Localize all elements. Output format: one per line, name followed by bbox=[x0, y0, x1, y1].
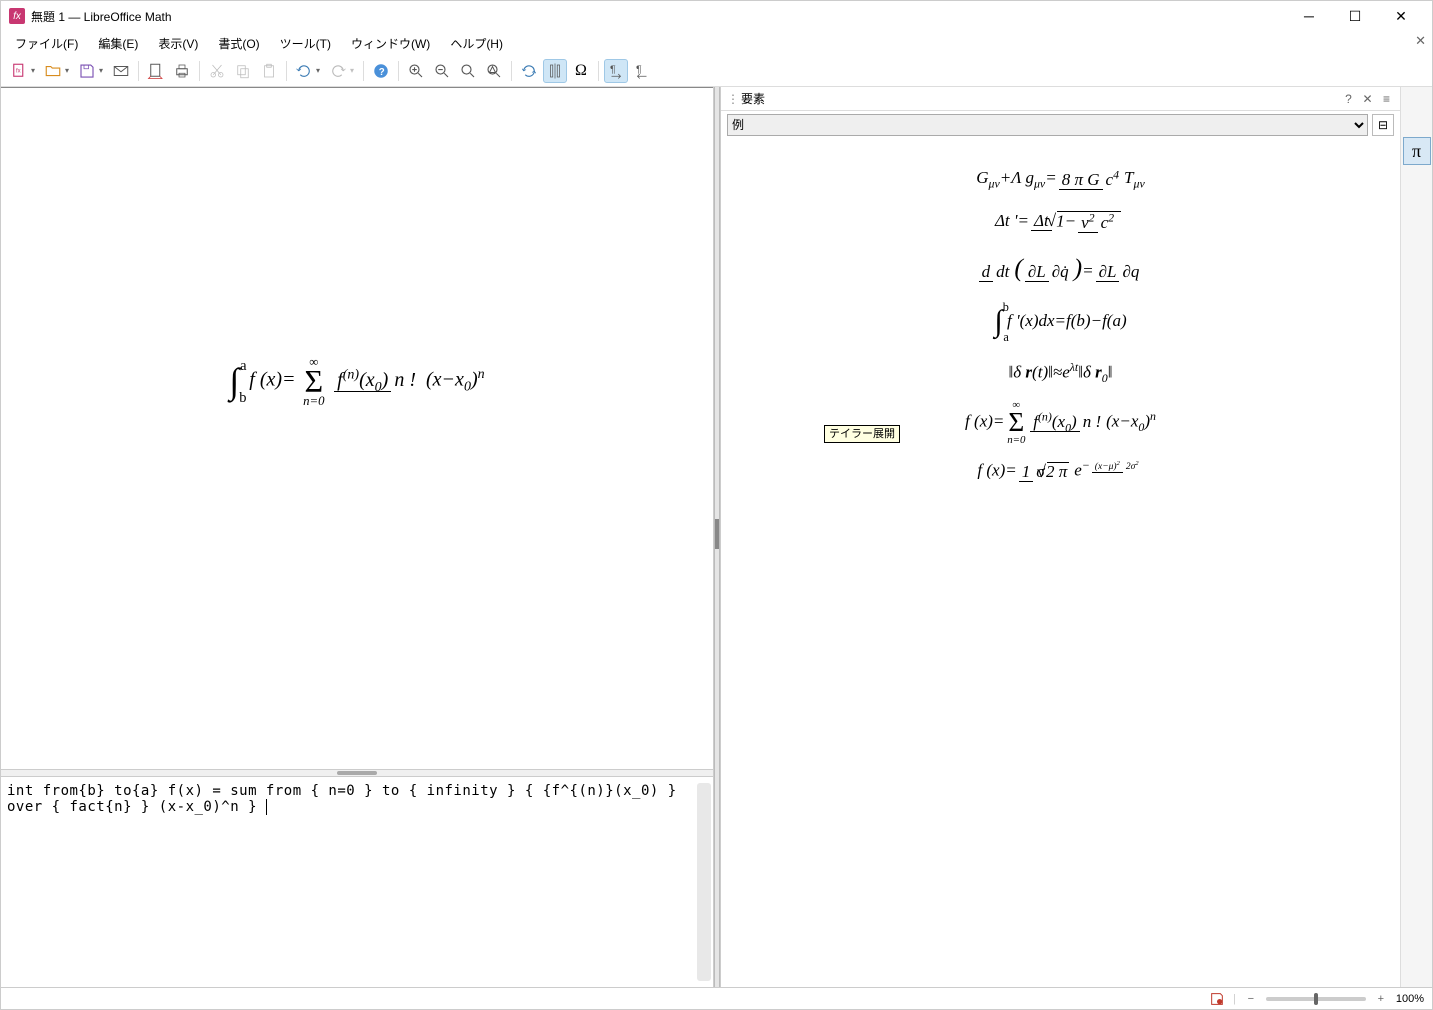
panel-close-icon[interactable]: ✕ bbox=[1360, 92, 1375, 106]
statusbar: | − + 100% bbox=[1, 987, 1432, 1009]
mail-button[interactable] bbox=[109, 59, 133, 83]
tooltip: テイラー展開 bbox=[824, 425, 900, 443]
example-taylor[interactable]: f (x)=∞Σn=0f(n)(x0)n !(x−x0)n テイラー展開 bbox=[729, 405, 1392, 440]
panel-help-icon[interactable]: ? bbox=[1341, 92, 1356, 106]
menu-help[interactable]: ヘルプ(H) bbox=[440, 32, 513, 55]
example-time-dilation[interactable]: Δt '=Δt1−v2c2 bbox=[729, 210, 1392, 233]
maximize-button[interactable]: ☐ bbox=[1332, 1, 1378, 31]
editor-scrollbar[interactable] bbox=[697, 783, 711, 981]
zoom-minus[interactable]: − bbox=[1244, 993, 1258, 1005]
help-button[interactable]: ? bbox=[369, 59, 393, 83]
close-doc-icon[interactable]: ✕ bbox=[1415, 33, 1426, 49]
panel-header: ⋮ 要素 ? ✕ ≡ bbox=[721, 87, 1400, 111]
example-lyapunov[interactable]: ‖δ r(t)‖≈eλt‖δ r0‖ bbox=[729, 360, 1392, 387]
save-button[interactable] bbox=[75, 59, 99, 83]
svg-text:?: ? bbox=[379, 66, 385, 77]
menu-window[interactable]: ウィンドウ(W) bbox=[341, 32, 440, 55]
minimize-button[interactable]: ─ bbox=[1286, 1, 1332, 31]
menu-format[interactable]: 書式(O) bbox=[208, 32, 269, 55]
cut-button[interactable] bbox=[205, 59, 229, 83]
save-dropdown[interactable]: ▾ bbox=[99, 66, 107, 75]
panel-title: 要素 bbox=[741, 90, 1337, 107]
toolbar: fx ▾ ▾ ▾ ▾ ▾ ? Ω ¶ ¶ bbox=[1, 55, 1432, 87]
panel-side-icon[interactable]: ⊟ bbox=[1372, 114, 1394, 136]
sidebar-elements-button[interactable]: π bbox=[1403, 137, 1431, 165]
undo-dropdown[interactable]: ▾ bbox=[316, 66, 324, 75]
app-icon: fx bbox=[9, 8, 25, 24]
panel-menu-icon[interactable]: ≡ bbox=[1379, 92, 1394, 106]
refresh-button[interactable] bbox=[517, 59, 541, 83]
menu-edit[interactable]: 編集(E) bbox=[88, 32, 148, 55]
category-select[interactable]: 例 bbox=[727, 114, 1368, 136]
open-button[interactable] bbox=[41, 59, 65, 83]
zoom-out-button[interactable] bbox=[430, 59, 454, 83]
zoom-in-button[interactable] bbox=[404, 59, 428, 83]
svg-text:¶: ¶ bbox=[636, 63, 642, 75]
titlebar: fx 無題 1 — LibreOffice Math ─ ☐ ✕ bbox=[1, 1, 1432, 31]
grip-icon[interactable]: ⋮ bbox=[727, 92, 737, 106]
horizontal-splitter[interactable] bbox=[1, 769, 713, 777]
save-status-icon[interactable] bbox=[1209, 991, 1225, 1007]
symbols-button[interactable]: Ω bbox=[569, 59, 593, 83]
print-button[interactable] bbox=[170, 59, 194, 83]
zoom-label[interactable]: 100% bbox=[1396, 993, 1424, 1005]
open-dropdown[interactable]: ▾ bbox=[65, 66, 73, 75]
zoom-slider[interactable] bbox=[1266, 997, 1366, 1001]
example-ftc[interactable]: b∫a f '(x)dx=f(b)−f(a) bbox=[729, 302, 1392, 342]
formula-editor[interactable]: int from{b} to{a} f(x) = sum from { n=0 … bbox=[1, 777, 713, 987]
zoom-opt-button[interactable] bbox=[482, 59, 506, 83]
paste-button[interactable] bbox=[257, 59, 281, 83]
menu-tools[interactable]: ツール(T) bbox=[270, 32, 341, 55]
vertical-splitter[interactable] bbox=[714, 87, 720, 987]
close-button[interactable]: ✕ bbox=[1378, 1, 1424, 31]
menu-view[interactable]: 表示(V) bbox=[148, 32, 208, 55]
redo-button[interactable] bbox=[326, 59, 350, 83]
sidebar-strip: π bbox=[1400, 87, 1432, 987]
menu-file[interactable]: ファイル(F) bbox=[5, 32, 88, 55]
zoom-plus[interactable]: + bbox=[1374, 993, 1388, 1005]
undo-button[interactable] bbox=[292, 59, 316, 83]
examples-list: Gμν+Λ gμν=8 π Gc4Tμν Δt '=Δt1−v2c2 ddt(∂… bbox=[721, 139, 1400, 987]
ltr-button[interactable]: ¶ bbox=[604, 59, 628, 83]
export-pdf-button[interactable] bbox=[144, 59, 168, 83]
new-button[interactable]: fx bbox=[7, 59, 31, 83]
rtl-button[interactable]: ¶ bbox=[630, 59, 654, 83]
svg-text:¶: ¶ bbox=[610, 63, 616, 75]
formula-preview[interactable]: a∫b f (x)= ∞Σn=0 f(n)(x0)n ! (x−x0)n bbox=[1, 87, 713, 769]
window-title: 無題 1 — LibreOffice Math bbox=[31, 8, 1286, 25]
editor-content: int from{b} to{a} f(x) = sum from { n=0 … bbox=[7, 783, 677, 815]
example-einstein[interactable]: Gμν+Λ gμν=8 π Gc4Tμν bbox=[729, 167, 1392, 192]
formula-cursor-button[interactable] bbox=[543, 59, 567, 83]
menubar: ファイル(F) 編集(E) 表示(V) 書式(O) ツール(T) ウィンドウ(W… bbox=[1, 31, 1432, 55]
redo-dropdown[interactable]: ▾ bbox=[350, 66, 358, 75]
zoom-page-button[interactable] bbox=[456, 59, 480, 83]
example-lagrange[interactable]: ddt(∂L∂q̇)=∂L∂q bbox=[729, 251, 1392, 284]
svg-text:fx: fx bbox=[16, 68, 21, 74]
new-dropdown[interactable]: ▾ bbox=[31, 66, 39, 75]
copy-button[interactable] bbox=[231, 59, 255, 83]
example-gauss[interactable]: f (x)=1σ2 πe−(x−μ)22σ2 bbox=[729, 458, 1392, 482]
